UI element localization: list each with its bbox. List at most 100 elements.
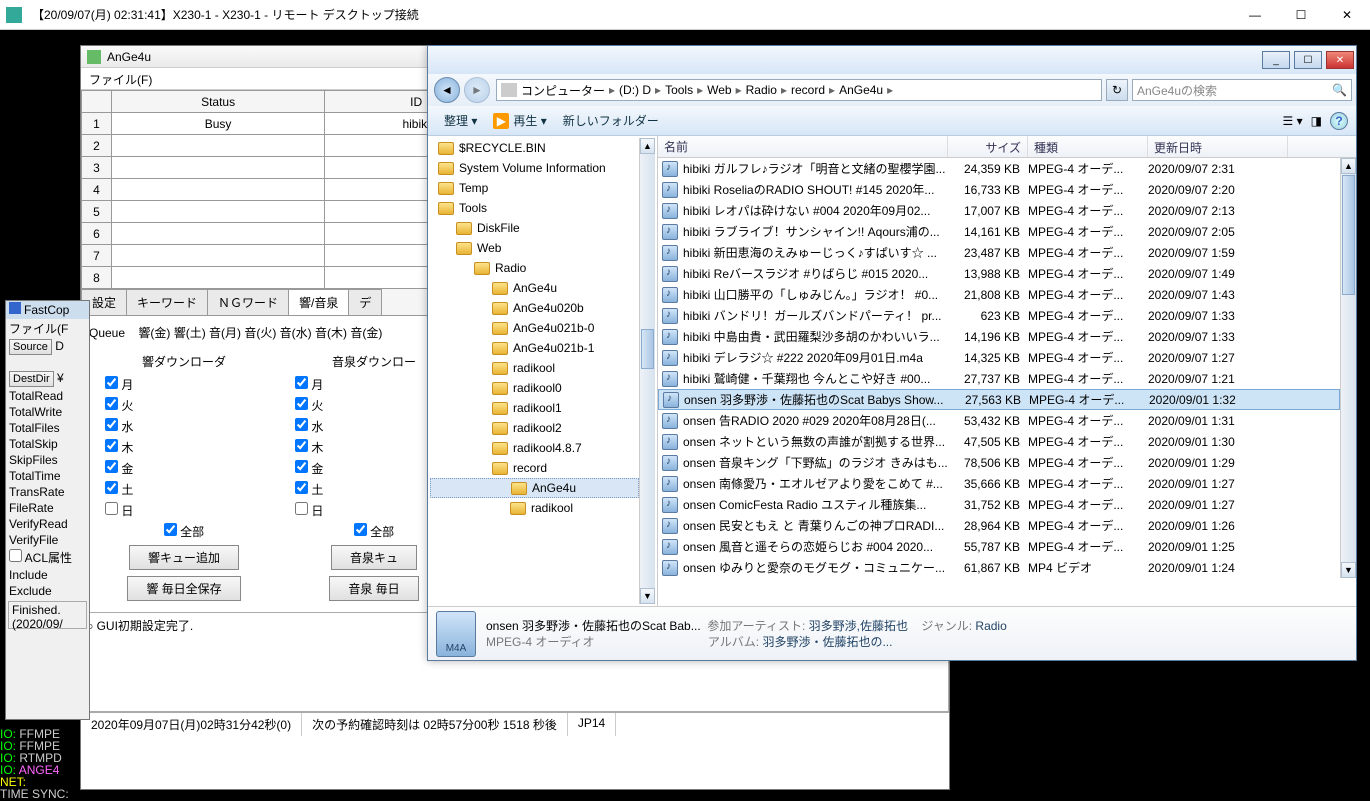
menu-file[interactable]: ファイル(F)	[89, 73, 152, 87]
list-scrollbar[interactable]: ▲ ▼	[1340, 158, 1356, 578]
minimize-button[interactable]: —	[1232, 0, 1278, 30]
breadcrumb-item[interactable]: Tools	[665, 83, 693, 97]
source-button[interactable]: Source	[9, 339, 52, 355]
hibiki-queue-button[interactable]: 響キュー追加	[129, 545, 239, 570]
tree-node[interactable]: radikool1	[430, 398, 639, 418]
scroll-up[interactable]: ▲	[1341, 158, 1356, 174]
back-button[interactable]: ◄	[434, 77, 460, 103]
search-box[interactable]: AnGe4uの検索🔍	[1132, 79, 1352, 101]
day-check[interactable]: 月	[93, 374, 275, 395]
tree-node[interactable]: Radio	[430, 258, 639, 278]
tree-node[interactable]: radikool0	[430, 378, 639, 398]
scroll-thumb[interactable]	[641, 329, 654, 369]
tree-node[interactable]: radikool4.8.7	[430, 438, 639, 458]
onsen-save-button[interactable]: 音泉 毎日	[329, 576, 418, 601]
onsen-queue-button[interactable]: 音泉キュ	[331, 545, 417, 570]
tab[interactable]: ＮＧワード	[207, 289, 289, 315]
file-row[interactable]: onsen 民安ともえ と 青葉りんごの神プロRADI...28,964 KBM…	[658, 515, 1340, 536]
tree-node[interactable]: Web	[430, 238, 639, 258]
col-name[interactable]: 名前	[658, 136, 948, 157]
chevron-right-icon[interactable]: ▸	[777, 83, 791, 97]
breadcrumb-item[interactable]: record	[791, 83, 825, 97]
maximize-button[interactable]: ☐	[1278, 0, 1324, 30]
file-row[interactable]: hibiki 山口勝平の「しゅみじん。」ラジオ！ #0...21,808 KBM…	[658, 284, 1340, 305]
tree-scrollbar[interactable]: ▲ ▼	[639, 138, 655, 604]
preview-button[interactable]: ◨	[1311, 114, 1322, 128]
breadcrumb-item[interactable]: Web	[707, 83, 731, 97]
tree-node[interactable]: DiskFile	[430, 218, 639, 238]
tab[interactable]: デ	[348, 289, 382, 315]
file-row[interactable]: onsen ゆみりと愛奈のモグモグ・コミュニケー...61,867 KBMP4 …	[658, 557, 1340, 578]
file-row[interactable]: onsen 風音と遥そらの恋姫らじお #004 2020...55,787 KB…	[658, 536, 1340, 557]
fastcopy-title[interactable]: FastCop	[6, 301, 89, 319]
tree-node[interactable]: radikool	[430, 498, 639, 518]
breadcrumb-item[interactable]: (D:) D	[619, 83, 651, 97]
chevron-right-icon[interactable]: ▸	[883, 83, 897, 97]
tab[interactable]: 響/音泉	[288, 289, 349, 315]
scroll-down[interactable]: ▼	[1341, 562, 1356, 578]
day-check[interactable]: 水	[93, 416, 275, 437]
file-row[interactable]: hibiki 鷲崎健・千葉翔也 今んとこや好き #00...27,737 KBM…	[658, 368, 1340, 389]
col-size[interactable]: サイズ	[948, 136, 1028, 157]
file-row[interactable]: onsen 音泉キング「下野紘」のラジオ きみはも...78,506 KBMPE…	[658, 452, 1340, 473]
tree-node[interactable]: AnGe4u021b-0	[430, 318, 639, 338]
acl-check[interactable]: ACL属性	[6, 548, 89, 567]
minimize-button[interactable]: _	[1262, 51, 1290, 69]
organize-button[interactable]: 整理 ▾	[436, 112, 485, 129]
maximize-button[interactable]: ☐	[1294, 51, 1322, 69]
day-check[interactable]: 火	[93, 395, 275, 416]
day-check[interactable]: 木	[93, 437, 275, 458]
address-bar[interactable]: コンピューター▸(D:) D▸Tools▸Web▸Radio▸record▸An…	[496, 79, 1102, 101]
tree-node[interactable]: Tools	[430, 198, 639, 218]
file-row[interactable]: onsen 告RADIO 2020 #029 2020年08月28日(...53…	[658, 410, 1340, 431]
file-row[interactable]: onsen 南條愛乃・エオルゼアより愛をこめて #...35,666 KBMPE…	[658, 473, 1340, 494]
day-check[interactable]: 日	[93, 500, 275, 521]
tree-node[interactable]: radikool2	[430, 418, 639, 438]
file-row[interactable]: onsen ComicFesta Radio ユスティル種族集...31,752…	[658, 494, 1340, 515]
col-type[interactable]: 種類	[1028, 136, 1148, 157]
tree-node[interactable]: AnGe4u	[430, 278, 639, 298]
file-row[interactable]: hibiki バンドリ！ガールズバンドパーティ！ pr...623 KBMPEG…	[658, 305, 1340, 326]
file-row[interactable]: onsen ネットという無数の声誰が割拠する世界...47,505 KBMPEG…	[658, 431, 1340, 452]
help-button[interactable]: ?	[1330, 112, 1348, 130]
newfolder-button[interactable]: 新しいフォルダー	[555, 112, 667, 129]
day-check[interactable]: 土	[93, 479, 275, 500]
scroll-up[interactable]: ▲	[640, 138, 655, 154]
scroll-down[interactable]: ▼	[640, 588, 655, 604]
tree-node[interactable]: Temp	[430, 178, 639, 198]
explorer-titlebar[interactable]: _ ☐ ✕	[428, 46, 1356, 74]
close-button[interactable]: ✕	[1324, 0, 1370, 30]
breadcrumb-item[interactable]: Radio	[746, 83, 777, 97]
file-row[interactable]: hibiki デレラジ☆ #222 2020年09月01日.m4a14,325 …	[658, 347, 1340, 368]
tree-node[interactable]: radikool	[430, 358, 639, 378]
destdir-button[interactable]: DestDir	[9, 371, 54, 387]
folder-tree[interactable]: $RECYCLE.BINSystem Volume InformationTem…	[428, 136, 658, 606]
tree-node[interactable]: record	[430, 458, 639, 478]
file-row[interactable]: onsen 羽多野渉・佐藤拓也のScat Babys Show...27,563…	[658, 389, 1340, 410]
chevron-right-icon[interactable]: ▸	[651, 83, 665, 97]
file-row[interactable]: hibiki 中島由貴・武田羅梨沙多胡のかわいいラ...14,196 KBMPE…	[658, 326, 1340, 347]
breadcrumb-item[interactable]: コンピューター	[521, 82, 605, 99]
fastcopy-menu[interactable]: ファイル(F	[6, 319, 89, 338]
day-check[interactable]: 金	[93, 458, 275, 479]
hibiki-save-button[interactable]: 響 毎日全保存	[127, 576, 240, 601]
col-date[interactable]: 更新日時	[1148, 136, 1288, 157]
file-row[interactable]: hibiki 新田恵海のえみゅーじっく♪すぱいす☆ ...23,487 KBMP…	[658, 242, 1340, 263]
refresh-button[interactable]: ↻	[1106, 79, 1128, 101]
file-row[interactable]: hibiki Reバースラジオ #りばらじ #015 2020...13,988…	[658, 263, 1340, 284]
tree-node[interactable]: AnGe4u	[430, 478, 639, 498]
chevron-right-icon[interactable]: ▸	[732, 83, 746, 97]
file-row[interactable]: hibiki RoseliaのRADIO SHOUT! #145 2020年..…	[658, 179, 1340, 200]
tree-node[interactable]: $RECYCLE.BIN	[430, 138, 639, 158]
grid-h-status[interactable]: Status	[112, 91, 325, 113]
chk-all1[interactable]: 全部	[93, 521, 275, 542]
view-button[interactable]: ☰ ▾	[1283, 114, 1303, 128]
file-row[interactable]: hibiki ガルフレ♪ラジオ「明音と文緒の聖櫻学園...24,359 KBMP…	[658, 158, 1340, 179]
chevron-right-icon[interactable]: ▸	[693, 83, 707, 97]
breadcrumb-item[interactable]: AnGe4u	[839, 83, 883, 97]
tree-node[interactable]: System Volume Information	[430, 158, 639, 178]
tree-node[interactable]: AnGe4u020b	[430, 298, 639, 318]
tab[interactable]: キーワード	[126, 289, 208, 315]
chevron-right-icon[interactable]: ▸	[605, 83, 619, 97]
close-button[interactable]: ✕	[1326, 51, 1354, 69]
